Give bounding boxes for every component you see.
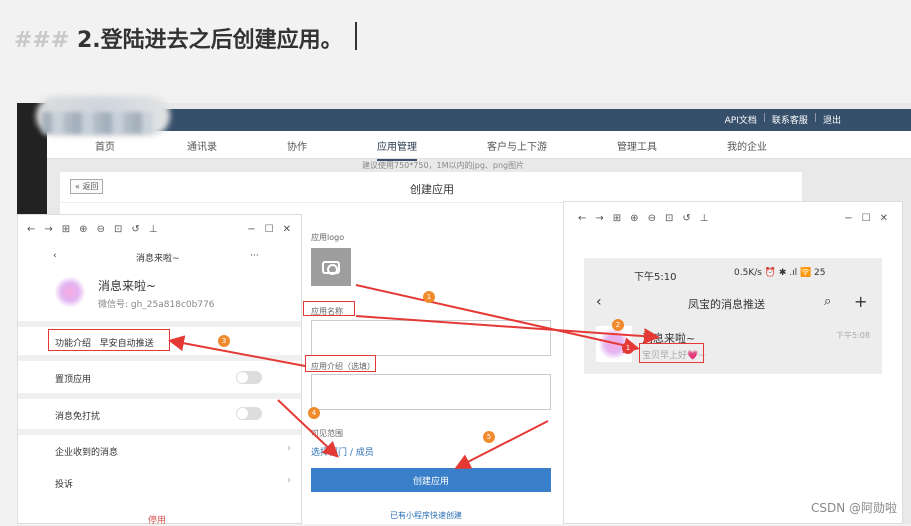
- marker-4: 4: [308, 407, 320, 419]
- annotation-arrows: [168, 284, 660, 469]
- marker-2: 2: [612, 319, 624, 331]
- marker-1: 1: [423, 291, 435, 303]
- msg-badge: 1: [622, 342, 634, 354]
- watermark: CSDN @阿勋啦: [810, 501, 897, 515]
- marker-3: 3: [218, 335, 230, 347]
- marker-5: 5: [483, 431, 495, 443]
